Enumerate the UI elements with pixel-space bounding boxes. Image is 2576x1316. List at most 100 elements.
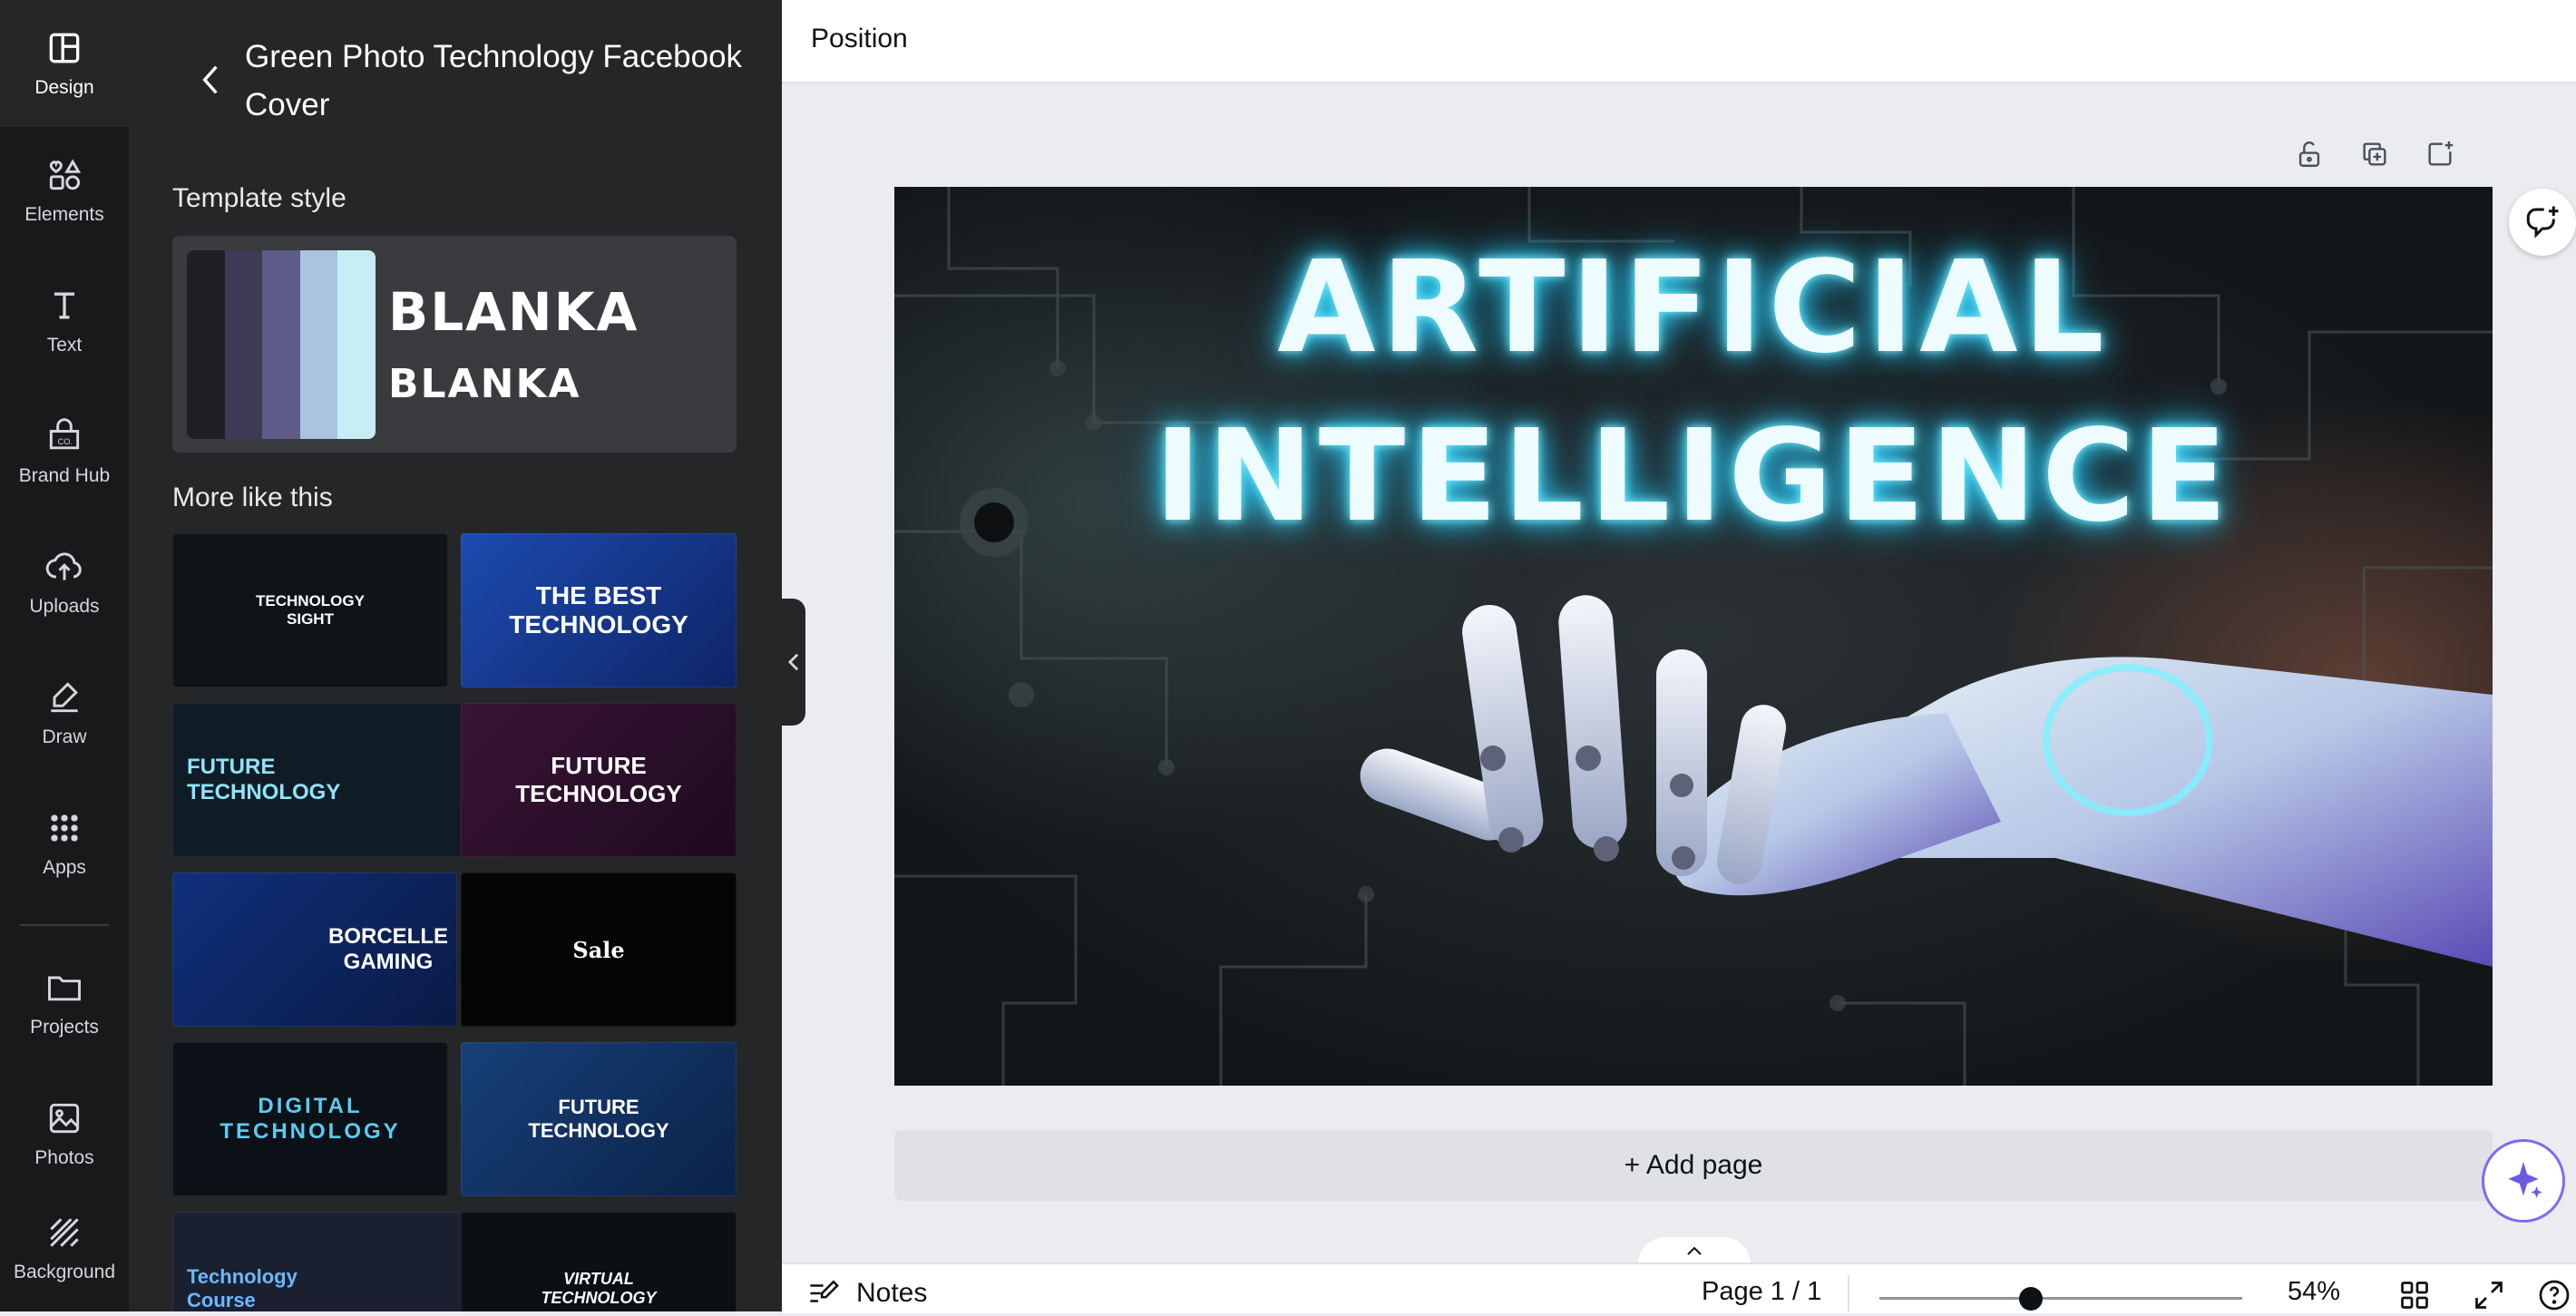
rail-item-uploads[interactable]: Uploads: [0, 519, 129, 646]
template-thumbnail[interactable]: VIRTUAL TECHNOLOGY: [461, 1212, 737, 1311]
rail-item-text[interactable]: Text: [0, 258, 129, 385]
rail-item-photos[interactable]: Photos: [0, 1070, 129, 1197]
template-thumbnail-text: BORCELLE GAMING: [328, 924, 448, 974]
rail-item-draw[interactable]: Draw: [0, 649, 129, 776]
rail-item-design[interactable]: Design: [0, 0, 129, 127]
template-thumbnail-text: THE BEST TECHNOLOGY: [509, 581, 688, 639]
brand-icon: CO.: [49, 418, 80, 450]
grid-view-button[interactable]: [2398, 1279, 2431, 1311]
sparkle-icon: [2508, 1162, 2542, 1198]
template-thumbnail-text: TECHNOLOGY SIGHT: [256, 592, 365, 628]
add-page-button[interactable]: + Add page: [894, 1130, 2493, 1201]
rail-label: Design: [34, 77, 94, 98]
template-thumbnail[interactable]: BORCELLE GAMING: [172, 872, 457, 1027]
help-button[interactable]: [2538, 1279, 2571, 1311]
stripes-icon: [50, 1218, 79, 1247]
rail-item-apps[interactable]: Apps: [0, 780, 129, 907]
comment-plus-icon: [2526, 206, 2559, 239]
rail-label: Elements: [24, 204, 104, 225]
robot-hand-image[interactable]: [1257, 586, 2493, 1086]
page-tools: [2289, 134, 2460, 174]
help-icon: [2539, 1280, 2570, 1311]
notes-icon: [810, 1280, 839, 1302]
notes-label: Notes: [856, 1278, 928, 1308]
rail-label: Photos: [34, 1147, 94, 1168]
color-swatch: [262, 250, 300, 439]
headline-line-1[interactable]: ARTIFICIAL: [894, 234, 2493, 382]
notes-button[interactable]: Notes: [807, 1273, 927, 1313]
image-icon: [49, 1103, 80, 1134]
color-swatch: [224, 250, 263, 439]
fullscreen-button[interactable]: [2473, 1279, 2505, 1311]
design-panel: Green Photo Technology Facebook Cover Te…: [129, 0, 782, 1311]
rail-item-projects[interactable]: Projects: [0, 940, 129, 1067]
cloud-upload-icon: [45, 552, 82, 580]
template-thumbnail[interactable]: FUTURE TECHNOLOGY: [461, 703, 737, 857]
apps-grid-icon: [51, 814, 78, 842]
grid-view-icon: [2401, 1282, 2428, 1309]
color-swatch: [187, 250, 225, 439]
zoom-slider-track[interactable]: [1879, 1297, 2242, 1300]
lock-page-button[interactable]: [2289, 134, 2329, 174]
folder-icon: [48, 976, 81, 1001]
unlock-icon: [2298, 141, 2320, 167]
template-thumbnail-text: FUTURE TECHNOLOGY: [515, 752, 682, 807]
rail-label: Background: [13, 1262, 116, 1282]
pen-icon: [51, 682, 78, 713]
side-rail: Design Elements Text CO. Brand Hub Uploa…: [0, 0, 129, 1311]
template-thumbnail[interactable]: TECHNOLOGY SIGHT: [172, 533, 448, 687]
heading-font-sample: BLANKA: [388, 281, 639, 343]
back-button[interactable]: [192, 58, 229, 102]
headline-line-2[interactable]: INTELLIGENCE: [894, 403, 2493, 551]
template-thumbnail-text: DIGITAL TECHNOLOGY: [220, 1094, 401, 1144]
add-page-icon-button[interactable]: [2420, 134, 2460, 174]
bottom-bar: Notes Page 1 / 1 54%: [782, 1262, 2576, 1313]
template-title: Green Photo Technology Facebook Cover: [245, 39, 743, 122]
zoom-slider-thumb[interactable]: [2019, 1287, 2043, 1311]
svg-text:CO.: CO.: [58, 437, 73, 446]
chevron-left-icon: [787, 653, 799, 671]
rail-item-brand-hub[interactable]: CO. Brand Hub: [0, 388, 129, 515]
template-thumbnail[interactable]: THE BEST TECHNOLOGY: [461, 533, 737, 687]
color-palette: [187, 250, 376, 439]
template-thumbnail[interactable]: FUTURE TECHNOLOGY: [461, 1042, 737, 1196]
template-thumbnail-text: VIRTUAL TECHNOLOGY: [541, 1270, 657, 1307]
rail-label: Brand Hub: [18, 465, 111, 486]
design-canvas-page[interactable]: ARTIFICIAL INTELLIGENCE: [894, 187, 2493, 1086]
template-style-card[interactable]: BLANKA BLANKA: [172, 236, 737, 453]
rail-label: Apps: [43, 857, 86, 878]
collapse-panel-button[interactable]: [782, 599, 805, 726]
rail-label: Uploads: [29, 596, 100, 617]
template-thumbnail-text: FUTURE TECHNOLOGY: [187, 755, 341, 804]
rail-item-elements[interactable]: Elements: [0, 127, 129, 254]
template-style-heading: Template style: [172, 183, 346, 213]
template-thumbnail[interactable]: Sale: [461, 872, 737, 1027]
text-icon: [54, 292, 74, 319]
position-button[interactable]: Position: [811, 24, 908, 54]
page-indicator[interactable]: Page 1 / 1: [1702, 1277, 1821, 1307]
rail-label: Projects: [30, 1017, 99, 1038]
template-thumbnail-text: FUTURE TECHNOLOGY: [528, 1096, 669, 1142]
template-thumbnail[interactable]: DIGITAL TECHNOLOGY: [172, 1042, 448, 1196]
template-thumbnail-text: Sale: [572, 936, 625, 963]
duplicate-icon: [2363, 142, 2386, 166]
chevron-up-icon: [1687, 1246, 1702, 1255]
rail-item-background[interactable]: Background: [0, 1184, 129, 1311]
more-like-this-heading: More like this: [172, 483, 333, 512]
rail-label: Text: [46, 335, 83, 356]
magic-assistant-button[interactable]: [2482, 1139, 2565, 1223]
rail-label: Draw: [42, 726, 87, 747]
template-thumbnail-text: Technology Course: [187, 1265, 298, 1311]
color-swatch: [299, 250, 338, 439]
add-page-icon: [2428, 141, 2454, 166]
template-thumbnail[interactable]: FUTURE TECHNOLOGY: [172, 703, 463, 857]
rail-divider: [20, 924, 109, 926]
color-swatch: [337, 250, 376, 439]
layout-icon: [49, 33, 80, 63]
duplicate-page-button[interactable]: [2355, 134, 2395, 174]
zoom-level[interactable]: 54%: [2288, 1277, 2340, 1307]
add-comment-button[interactable]: [2509, 189, 2576, 256]
shapes-icon: [49, 159, 82, 190]
template-thumbnail[interactable]: Technology Course: [172, 1212, 463, 1311]
expand-pages-button[interactable]: [1638, 1237, 1751, 1264]
